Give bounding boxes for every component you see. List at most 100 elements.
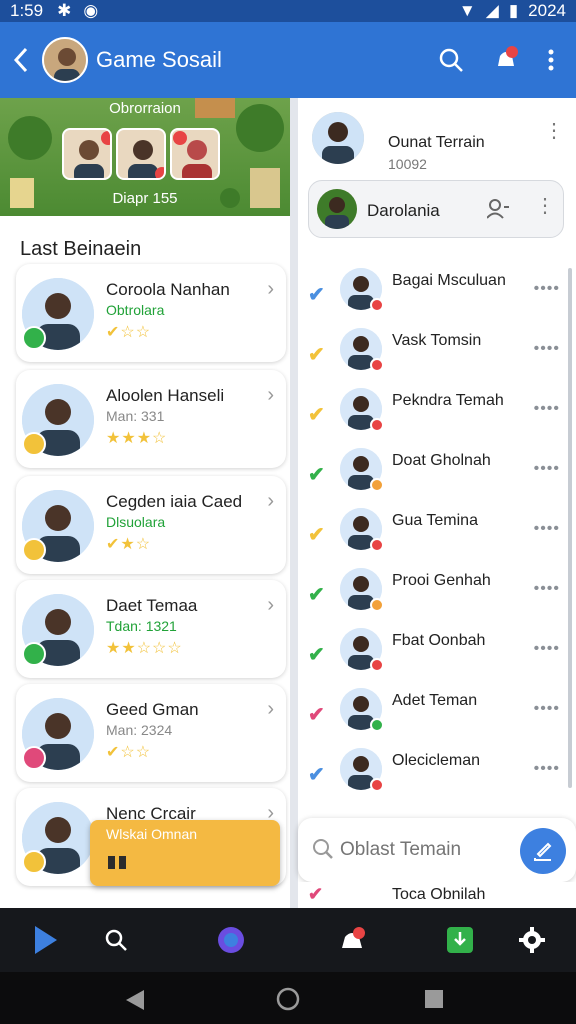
compose-button[interactable] (520, 828, 566, 874)
app-root: 1:59 ✱ ◉ ▼ ◢ ▮ 2024 Game Sosail Obrorrai… (0, 0, 576, 1024)
chevron-right-icon: › (267, 698, 274, 720)
chevron-right-icon: › (267, 490, 274, 512)
player-avatar (62, 128, 112, 180)
more-horiz-icon[interactable]: •••• (534, 580, 560, 598)
player-rating: ✔☆☆ (106, 324, 152, 341)
toast-popup[interactable]: Wlskai Omnan (90, 820, 280, 886)
profile-avatar[interactable] (42, 37, 88, 83)
friend-item[interactable]: ✔ Prooi Genhah •••• (298, 568, 576, 628)
app-bar: Game Sosail (0, 22, 576, 98)
more-horiz-icon[interactable]: •••• (534, 640, 560, 658)
friend-status-dot (370, 478, 384, 492)
download-icon[interactable] (444, 924, 476, 956)
settings-icon[interactable] (516, 924, 548, 956)
friend-search-input[interactable] (340, 834, 500, 866)
bottom-nav (0, 908, 576, 972)
panel-divider (290, 98, 298, 908)
recent-player-card[interactable]: Daet Temaa Tdan: 1321 ★★☆☆☆ › (16, 580, 286, 678)
friend-item[interactable]: ✔ Adet Teman •••• (298, 688, 576, 748)
banner-players (62, 128, 220, 180)
friend-status-dot (370, 778, 384, 792)
check-icon: ✔ (308, 704, 325, 726)
pill-more-icon[interactable]: ⋮ (535, 196, 555, 216)
wifi-icon: ▼ (458, 1, 476, 20)
player-rating: ✔★☆ (106, 536, 152, 553)
recent-player-card[interactable]: Geed Gman Man: 2324 ✔☆☆ › (16, 684, 286, 782)
system-back-icon[interactable] (124, 988, 146, 1012)
selected-friend-pill[interactable]: Darolania ⋮ (308, 180, 564, 238)
player-name: Coroola Nanhan (106, 280, 230, 299)
player-rating: ★★☆☆☆ (106, 640, 183, 657)
friend-item[interactable]: ✔ Fbat Oonbah •••• (298, 628, 576, 688)
friend-name: Gua Temina (392, 512, 478, 529)
check-icon: ✔ (308, 344, 325, 366)
app-title: Game Sosail (96, 47, 222, 72)
friend-name: Doat Gholnah (392, 452, 491, 469)
status-time: 1:59 (10, 1, 44, 20)
search-icon[interactable] (438, 47, 464, 73)
friend-search-bar (298, 818, 576, 882)
notification-bell-icon[interactable] (492, 46, 520, 74)
status-badge (22, 432, 46, 456)
friend-item[interactable]: ✔ Doat Gholnah •••• (298, 448, 576, 508)
chevron-right-icon: › (267, 278, 274, 300)
game-banner[interactable]: Obrorraion Diapr 155 (0, 98, 290, 216)
player-rating: ✔☆☆ (106, 744, 152, 761)
system-home-icon[interactable] (276, 987, 300, 1011)
left-panel: Obrorraion Diapr 155 Last Beinaein Coroo… (0, 98, 290, 908)
more-horiz-icon[interactable]: •••• (534, 700, 560, 718)
player-subtitle: Tdan: 1321 (106, 618, 177, 634)
system-recents-icon[interactable] (424, 989, 444, 1009)
check-icon: ✔ (308, 644, 325, 666)
status-year: 2024 (528, 1, 566, 20)
friend-item-peek[interactable]: ✔ Toca Obnilah (298, 882, 576, 908)
friend-status-dot (370, 358, 384, 372)
friend-item[interactable]: ✔ Bagai Msculuan •••• (298, 268, 576, 328)
friend-name: Vask Tomsin (392, 332, 482, 349)
add-friend-icon[interactable] (487, 199, 509, 219)
friend-item[interactable]: ✔ Vask Tomsin •••• (298, 328, 576, 388)
profile-header-name: Ounat Terrain (388, 134, 485, 151)
toast-text: Wlskai Omnan (106, 826, 198, 842)
player-subtitle: Dlsuolara (106, 514, 166, 530)
status-badge (22, 642, 46, 666)
check-icon: ✔ (308, 464, 325, 486)
recent-player-card[interactable]: Coroola Nanhan Obtrolara ✔☆☆ › (16, 264, 286, 362)
more-horiz-icon[interactable]: •••• (534, 520, 560, 538)
more-vert-icon[interactable] (548, 49, 554, 71)
profile-header[interactable]: Ounat Terrain 10092 ⋮ (312, 112, 564, 172)
check-icon: ✔ (308, 764, 325, 786)
more-horiz-icon[interactable]: •••• (534, 340, 560, 358)
notification-icon[interactable] (336, 924, 368, 956)
more-horiz-icon[interactable]: •••• (534, 760, 560, 778)
friend-status-dot (370, 298, 384, 312)
more-horiz-icon[interactable]: •••• (534, 400, 560, 418)
play-icon[interactable] (30, 924, 62, 956)
friend-status-dot (370, 598, 384, 612)
search-icon[interactable] (100, 924, 132, 956)
friend-item[interactable]: ✔ Gua Temina •••• (298, 508, 576, 568)
player-name: Aloolen Hanseli (106, 386, 225, 405)
notification-status-icon: ✱ (57, 1, 72, 20)
chevron-right-icon: › (267, 384, 274, 406)
friend-item[interactable]: ✔ Pekndra Temah •••• (298, 388, 576, 448)
check-icon: ✔ (308, 584, 325, 606)
section-title: Last Beinaein (20, 238, 142, 260)
friend-name: Prooi Genhah (392, 572, 491, 589)
status-badge (22, 850, 46, 874)
friend-status-dot (370, 718, 384, 732)
chat-icon[interactable] (215, 924, 247, 956)
recent-player-card[interactable]: Aloolen Hanseli Man: 331 ★★★☆ › (16, 370, 286, 468)
more-horiz-icon[interactable]: •••• (534, 280, 560, 298)
friend-item[interactable]: ✔ Olecicleman •••• (298, 748, 576, 808)
more-horiz-icon[interactable]: •••• (534, 460, 560, 478)
profile-more-icon[interactable]: ⋮ (544, 121, 564, 141)
back-arrow-icon[interactable] (0, 47, 42, 73)
chevron-right-icon: › (267, 594, 274, 616)
recent-player-card[interactable]: Cegden iaia Caed Dlsuolara ✔★☆ › (16, 476, 286, 574)
friend-name: Olecicleman (392, 752, 481, 769)
pill-name: Darolania (367, 201, 440, 220)
player-avatar (116, 128, 166, 180)
profile-header-id: 10092 (388, 156, 427, 172)
profile-header-avatar (312, 112, 364, 164)
